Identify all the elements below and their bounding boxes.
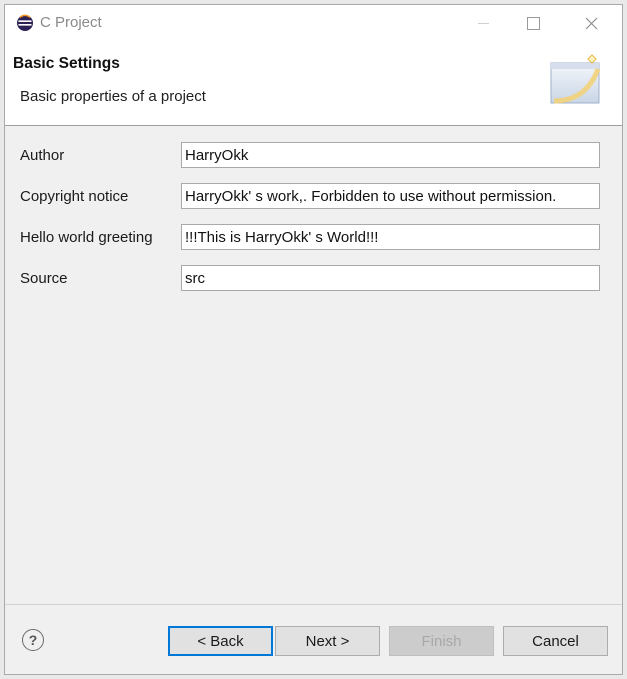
eclipse-icon: [17, 14, 33, 31]
close-icon: [585, 17, 597, 29]
window-title: C Project: [40, 14, 102, 31]
button-bar-separator: [5, 604, 622, 605]
close-button[interactable]: [568, 5, 614, 41]
author-row: Author: [5, 142, 622, 170]
wizard-header: Basic Settings Basic properties of a pro…: [5, 41, 622, 126]
hello-world-greeting-field[interactable]: [181, 224, 600, 250]
page-title: Basic Settings: [13, 55, 120, 72]
minimize-button[interactable]: [460, 5, 506, 41]
back-button[interactable]: < Back: [168, 626, 273, 656]
source-row: Source: [5, 265, 622, 293]
c-project-dialog: C Project Basic Settings Basic propertie…: [4, 4, 623, 675]
source-label: Source: [20, 270, 68, 287]
greeting-row: Hello world greeting: [5, 224, 622, 252]
minimize-icon: [477, 22, 489, 24]
copyright-label: Copyright notice: [20, 188, 129, 205]
finish-button[interactable]: Finish: [389, 626, 494, 656]
page-description: Basic properties of a project: [20, 88, 206, 105]
maximize-icon: [526, 16, 540, 30]
next-button[interactable]: Next >: [275, 626, 380, 656]
help-icon: ?: [28, 632, 38, 648]
greeting-label: Hello world greeting: [20, 229, 153, 246]
copyright-row: Copyright notice: [5, 183, 622, 211]
maximize-button[interactable]: [510, 5, 556, 41]
source-field[interactable]: [181, 265, 600, 291]
cancel-button[interactable]: Cancel: [503, 626, 608, 656]
help-button[interactable]: ?: [22, 629, 44, 651]
new-project-wizard-icon: [550, 54, 601, 104]
author-field[interactable]: [181, 142, 600, 168]
copyright-notice-field[interactable]: [181, 183, 600, 209]
author-label: Author: [20, 147, 65, 164]
title-bar[interactable]: C Project: [5, 5, 622, 41]
